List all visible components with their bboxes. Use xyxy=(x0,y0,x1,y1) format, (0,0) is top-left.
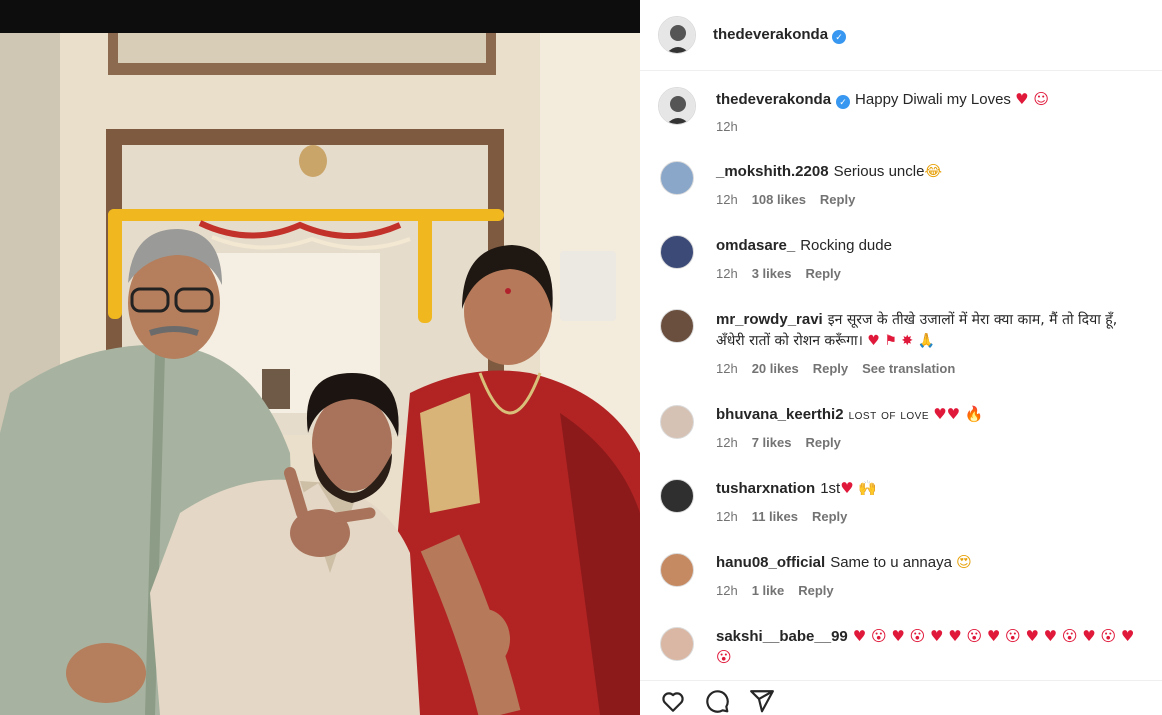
comment-emoji: ♥ ⚑ ✸ 🙏 xyxy=(867,333,935,349)
comment-time[interactable]: 12h xyxy=(716,509,738,524)
heart-icon[interactable] xyxy=(660,688,686,714)
commenter-avatar[interactable] xyxy=(660,309,694,343)
comment-body: bhuvana_keerthi2 lost of love ♥♥ 🔥 xyxy=(716,404,1148,425)
verified-badge-icon: ✓ xyxy=(832,30,847,44)
comment-body: _mokshith.2208 Serious uncle😂 xyxy=(716,161,1148,182)
comment-meta: 12h 7 likes Reply xyxy=(716,435,855,450)
commenter-avatar[interactable] xyxy=(660,161,694,195)
comment-emoji: ♥ 🙌 xyxy=(840,479,878,497)
commenter-handle[interactable]: tusharxnation xyxy=(716,480,815,497)
comment-likes[interactable]: 7 likes xyxy=(752,435,792,450)
reply-button[interactable]: Reply xyxy=(805,266,840,281)
see-translation-button[interactable]: See translation xyxy=(862,361,955,376)
commenter-handle[interactable]: sakshi__babe__99 xyxy=(716,628,848,645)
comment-meta: 12h 108 likes Reply xyxy=(716,192,869,207)
caption-meta: 12h xyxy=(716,119,752,134)
reply-button[interactable]: Reply xyxy=(798,583,833,598)
comment-text: Same to u annaya xyxy=(830,554,952,571)
comment-body: tusharxnation 1st♥ 🙌 xyxy=(716,478,1148,499)
comment-text: Rocking dude xyxy=(800,237,892,254)
comment-likes[interactable]: 108 likes xyxy=(752,192,806,207)
comment-time[interactable]: 12h xyxy=(716,192,738,207)
commenter-avatar[interactable] xyxy=(660,553,694,587)
comment-time[interactable]: 12h xyxy=(716,361,738,376)
comment-likes[interactable]: 1 like xyxy=(752,583,785,598)
author-avatar[interactable] xyxy=(658,16,696,54)
comment-emoji: 😂 xyxy=(924,162,942,180)
photo-top-strip xyxy=(0,0,640,33)
comment-meta: 12h 1 like Reply xyxy=(716,583,848,598)
post-photo[interactable] xyxy=(0,0,640,715)
comment-meta: 12h 11 likes Reply xyxy=(716,509,861,524)
commenter-handle[interactable]: omdasare_ xyxy=(716,237,795,254)
commenter-handle[interactable]: mr_rowdy_ravi xyxy=(716,311,823,328)
comment-text: Serious uncle xyxy=(833,163,925,180)
commenter-handle[interactable]: _mokshith.2208 xyxy=(716,163,829,180)
comment-likes[interactable]: 3 likes xyxy=(752,266,792,281)
reply-button[interactable]: Reply xyxy=(813,361,848,376)
caption-time[interactable]: 12h xyxy=(716,119,738,134)
commenter-handle[interactable]: bhuvana_keerthi2 xyxy=(716,406,844,423)
commenter-avatar[interactable] xyxy=(660,405,694,439)
comment-emoji: ♥♥ 🔥 xyxy=(933,405,984,423)
comment-body: sakshi__babe__99 ♥ 😮 ♥ 😮 ♥ ♥ 😮 ♥ 😮 ♥ ♥ 😮 … xyxy=(716,626,1148,668)
comment-icon[interactable] xyxy=(704,688,730,714)
commenter-avatar[interactable] xyxy=(660,627,694,661)
author-handle[interactable]: thedeverakonda xyxy=(713,26,828,43)
post-details-panel: thedeverakonda ✓ thedeverakonda ✓ Happy Diw… xyxy=(640,0,1162,715)
comment-body: omdasare_ Rocking dude xyxy=(716,235,1148,256)
share-icon[interactable] xyxy=(749,688,775,714)
commenter-handle[interactable]: hanu08_official xyxy=(716,554,825,571)
caption-emojis: ♥ ☺ xyxy=(1015,90,1049,108)
comment-text: lost of love xyxy=(848,406,930,422)
post-action-bar xyxy=(640,680,1162,715)
caption-author-handle[interactable]: thedeverakonda xyxy=(716,91,831,108)
comment-body: hanu08_official Same to u annaya 😍 xyxy=(716,552,1148,573)
reply-button[interactable]: Reply xyxy=(812,509,847,524)
post-header: thedeverakonda ✓ xyxy=(640,0,1162,71)
caption: thedeverakonda ✓ Happy Diwali my Loves ♥ ☺ xyxy=(716,89,1148,110)
comment-text: 1st xyxy=(820,480,841,497)
commenter-avatar[interactable] xyxy=(660,235,694,269)
comment-time[interactable]: 12h xyxy=(716,583,738,598)
comment-emoji: 😍 xyxy=(956,553,972,571)
commenter-avatar[interactable] xyxy=(660,479,694,513)
caption-text: Happy Diwali my Loves xyxy=(855,91,1011,108)
caption-author-avatar[interactable] xyxy=(658,87,696,125)
comment-meta: 12h 3 likes Reply xyxy=(716,266,855,281)
comment-meta: 12h 20 likes Reply See translation xyxy=(716,361,969,376)
family-photo-illustration xyxy=(0,33,640,715)
reply-button[interactable]: Reply xyxy=(820,192,855,207)
reply-button[interactable]: Reply xyxy=(805,435,840,450)
comment-body: mr_rowdy_ravi इन सूरज के तीखे उजालों में … xyxy=(716,309,1148,352)
comment-time[interactable]: 12h xyxy=(716,266,738,281)
comment-likes[interactable]: 20 likes xyxy=(752,361,799,376)
comment-time[interactable]: 12h xyxy=(716,435,738,450)
verified-badge-icon: ✓ xyxy=(836,95,851,109)
comment-likes[interactable]: 11 likes xyxy=(752,509,798,524)
